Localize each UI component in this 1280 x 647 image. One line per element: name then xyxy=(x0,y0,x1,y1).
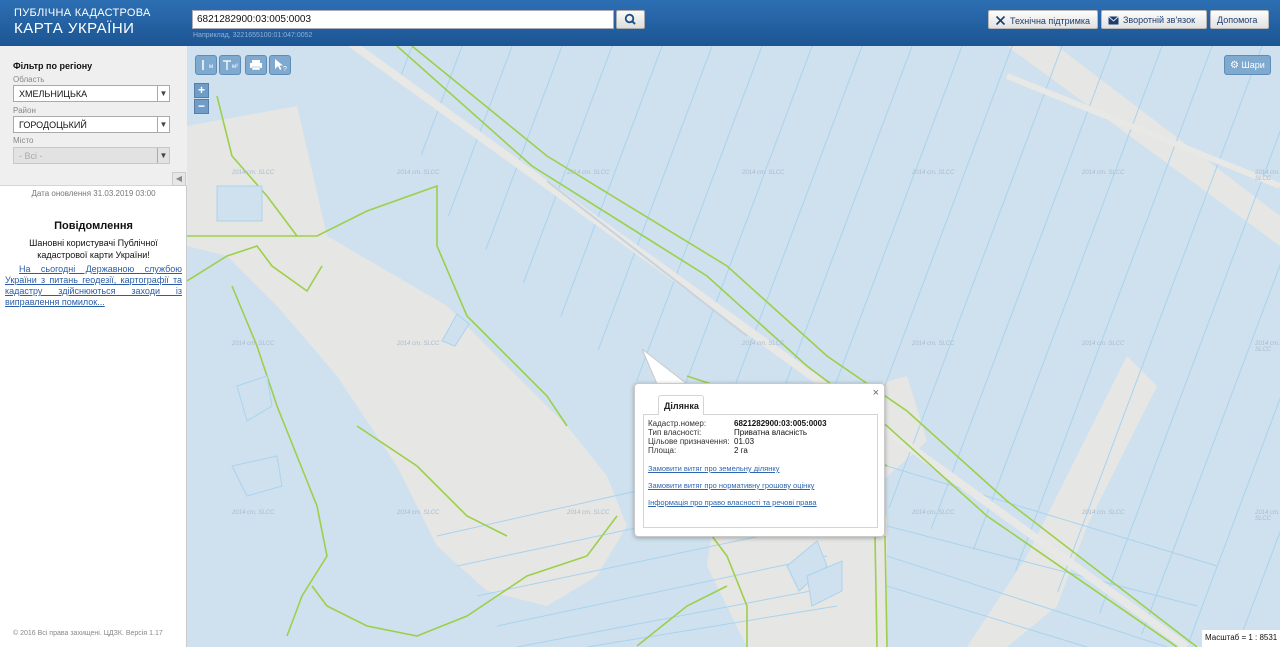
close-icon[interactable]: × xyxy=(873,387,879,399)
field-ownership-type: Тип власності: Приватна власність xyxy=(648,428,808,437)
city-label: Місто xyxy=(13,136,34,145)
search-icon xyxy=(624,13,636,25)
chevron-down-icon: ▼ xyxy=(157,148,169,163)
notice-title: Повідомлення xyxy=(54,220,133,232)
parcel-info-popup: × Ділянка Кадастр.номер: 6821282900:03:00… xyxy=(634,383,885,537)
map-watermark: 2014 cm. SLCC xyxy=(1082,510,1125,516)
map-watermark: 2014 cm. SLCC xyxy=(397,170,440,176)
sidebar: Фільтр по регіону Область ХМЕЛЬНИЦЬКА ▼ … xyxy=(0,46,187,647)
district-value: ГОРОДОЦЬКИЙ xyxy=(19,120,87,130)
support-label: Технічна підтримка xyxy=(1010,16,1091,26)
region-value: ХМЕЛЬНИЦЬКА xyxy=(19,89,88,99)
map-watermark: 2014 cm. SLCC xyxy=(742,170,785,176)
map-watermark: 2014 cm. SLCC xyxy=(1255,341,1280,353)
layers-button[interactable]: ⚙ Шари xyxy=(1224,55,1271,75)
map-scale: Масштаб = 1 : 8531 xyxy=(1202,630,1280,647)
printer-icon xyxy=(250,60,262,71)
map-watermark: 2014 cm. SLCC xyxy=(232,341,275,347)
help-label: Допомога xyxy=(1217,15,1258,25)
district-select[interactable]: ГОРОДОЦЬКИЙ ▼ xyxy=(13,116,170,133)
filter-title: Фільтр по регіону xyxy=(13,61,93,71)
ownership-info-link[interactable]: Інформація про право власності та речові… xyxy=(648,498,817,507)
map-watermark: 2014 cm. SLCC xyxy=(1255,510,1280,522)
feedback-button[interactable]: Зворотній зв'язок xyxy=(1101,10,1207,29)
header: ПУБЛІЧНА КАДАСТРОВА КАРТА УКРАЇНИ Наприк… xyxy=(0,0,1280,46)
logo-line-1: ПУБЛІЧНА КАДАСТРОВА xyxy=(14,7,151,19)
envelope-icon xyxy=(1108,16,1119,25)
cursor-help-icon: ? xyxy=(275,59,287,73)
map-watermark: 2014 cm. SLCC xyxy=(232,170,275,176)
zoom-in-button[interactable]: + xyxy=(194,83,209,98)
measure-unit-m2: м² xyxy=(232,64,239,70)
city-select[interactable]: - Всі - ▼ xyxy=(13,147,170,164)
map-watermark: 2014 cm. SLCC xyxy=(567,170,610,176)
search-hint: Наприклад, 3221655100:01:047:0052 xyxy=(193,32,313,39)
layers-label: Шари xyxy=(1241,60,1265,70)
map-watermark: 2014 cm. SLCC xyxy=(912,510,955,516)
notice-link[interactable]: На сьогодні Державною службою України з … xyxy=(5,264,182,308)
copyright: © 2016 Всі права захищені. ЦДЗК. Версія … xyxy=(13,630,163,637)
map-watermark: 2014 cm. SLCC xyxy=(232,510,275,516)
field-area: Площа: 2 га xyxy=(648,446,748,455)
map-watermark: 2014 cm. SLCC xyxy=(1082,170,1125,176)
gear-icon: ⚙ xyxy=(1230,60,1239,71)
notice-greeting: Шановні користувачі Публічної кадастрово… xyxy=(29,238,158,260)
svg-text:?: ? xyxy=(283,66,287,73)
measure-distance-button[interactable]: м xyxy=(195,55,217,75)
update-date: Дата оновлення 31.03.2019 03:00 xyxy=(31,189,156,198)
tab-parcel[interactable]: Ділянка xyxy=(658,395,704,415)
parcel-info-panel: Кадастр.номер: 6821282900:03:005:0003 Тип… xyxy=(643,414,878,528)
region-filter-panel: Фільтр по регіону Область ХМЕЛЬНИЦЬКА ▼ … xyxy=(0,46,187,186)
support-button[interactable]: Технічна підтримка xyxy=(988,10,1098,29)
chevron-down-icon: ▼ xyxy=(157,86,169,101)
map-watermark: 2014 cm. SLCC xyxy=(567,510,610,516)
map-watermark: 2014 cm. SLCC xyxy=(742,341,785,347)
city-value: - Всі - xyxy=(19,151,43,161)
order-land-extract-link[interactable]: Замовити витяг про земельну ділянку xyxy=(648,464,780,473)
map-watermark: 2014 cm. SLCC xyxy=(1255,170,1280,182)
cadastral-search-input[interactable] xyxy=(192,10,614,29)
district-label: Район xyxy=(13,106,36,115)
map-view[interactable]: 2014 cm. SLCC 2014 cm. SLCC 2014 cm. SLC… xyxy=(187,46,1280,647)
map-watermark: 2014 cm. SLCC xyxy=(397,341,440,347)
zoom-out-button[interactable]: − xyxy=(194,99,209,114)
map-watermark: 2014 cm. SLCC xyxy=(1082,341,1125,347)
region-select[interactable]: ХМЕЛЬНИЦЬКА ▼ xyxy=(13,85,170,102)
measure-area-button[interactable]: м² xyxy=(219,55,241,75)
chevron-down-icon: ▼ xyxy=(157,117,169,132)
region-label: Область xyxy=(13,75,45,84)
map-watermark: 2014 cm. SLCC xyxy=(912,341,955,347)
map-watermark: 2014 cm. SLCC xyxy=(912,170,955,176)
feedback-label: Зворотній зв'язок xyxy=(1123,15,1196,25)
collapse-sidebar-button[interactable]: ◀ xyxy=(172,172,186,186)
field-purpose: Цільове призначення: 01.03 xyxy=(648,437,755,446)
print-button[interactable] xyxy=(245,55,267,75)
help-button[interactable]: Допомога xyxy=(1210,10,1269,29)
chevron-left-icon: ◀ xyxy=(175,174,183,183)
field-cadastral-number: Кадастр.номер: 6821282900:03:005:0003 xyxy=(648,419,827,428)
map-watermark: 2014 cm. SLCC xyxy=(397,510,440,516)
measure-unit-m: м xyxy=(209,64,214,70)
logo-line-2: КАРТА УКРАЇНИ xyxy=(14,20,135,37)
site-logo[interactable]: ПУБЛІЧНА КАДАСТРОВА КАРТА УКРАЇНИ xyxy=(14,7,151,37)
identify-button[interactable]: ? xyxy=(269,55,291,75)
search-button[interactable] xyxy=(616,10,645,29)
order-valuation-extract-link[interactable]: Замовити витяг про нормативну грошову оц… xyxy=(648,481,814,490)
tools-icon xyxy=(995,15,1006,26)
